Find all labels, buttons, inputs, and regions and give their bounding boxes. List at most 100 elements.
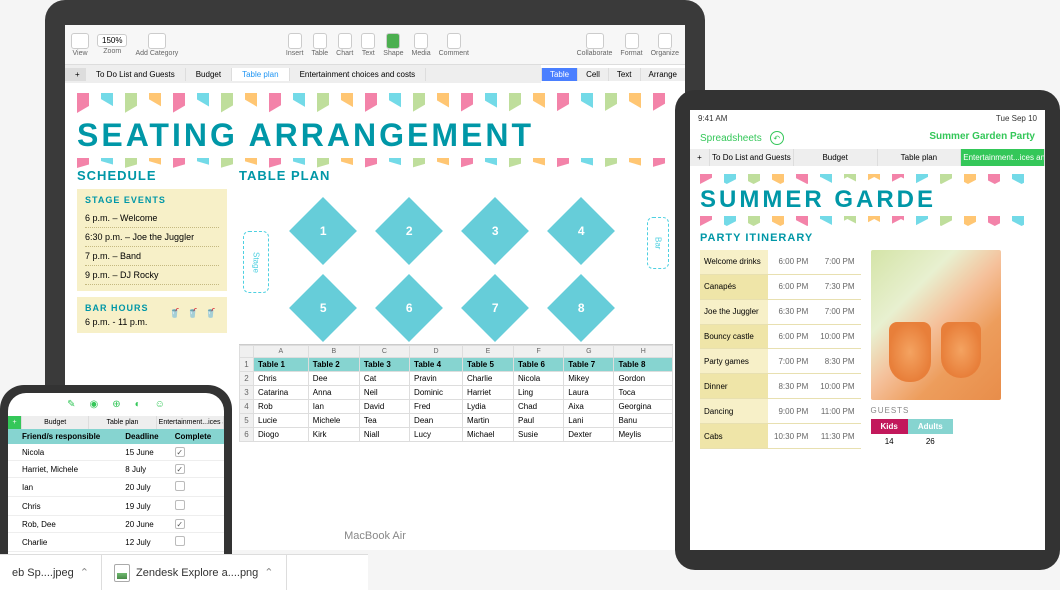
table-icon[interactable]	[313, 33, 327, 49]
drink-icon: 🥤	[203, 305, 219, 321]
toolbar: View 150%Zoom Add Category Insert Table …	[65, 25, 685, 65]
bunting-decoration	[77, 93, 673, 113]
bar-hours-label: BAR HOURS	[85, 303, 149, 313]
chart-icon[interactable]	[338, 33, 352, 49]
comment-icon[interactable]: ☺	[155, 399, 165, 410]
table-8[interactable]: 8	[547, 274, 615, 342]
table-3[interactable]: 3	[461, 197, 529, 265]
tab-entertainment[interactable]: Entertainment...ices and costs	[157, 416, 224, 429]
view-icon[interactable]	[71, 33, 89, 49]
status-date: Tue Sep 10	[996, 114, 1037, 123]
drink-icons: 🥤 🥤 🥤	[167, 305, 219, 321]
text-icon[interactable]	[361, 33, 375, 49]
file-icon	[114, 564, 130, 582]
guest-spreadsheet[interactable]: ABCDEFGH 1 Table 1Table 2Table 3Table 4T…	[239, 344, 673, 442]
tab-add[interactable]: +	[690, 149, 710, 166]
chart-icon[interactable]: ◐	[135, 399, 141, 410]
download-bar: eb Sp....jpeg ⌃ Zendesk Explore a....png…	[0, 554, 368, 590]
ipad-document: SUMMER GARDE PARTY ITINERARY Welcome dri…	[690, 166, 1045, 457]
checkbox[interactable]	[175, 481, 185, 491]
party-photo	[871, 250, 1001, 400]
comment-icon[interactable]	[447, 33, 461, 49]
checkbox[interactable]	[175, 536, 185, 546]
tab-entertainment[interactable]: Entertainment...ices and c	[961, 149, 1045, 166]
checkbox[interactable]	[175, 500, 185, 510]
doc-name: Summer Garden Party	[929, 131, 1035, 145]
pen-icon[interactable]: ✎	[67, 399, 75, 410]
itinerary-table[interactable]: Welcome drinks6:00 PM7:00 PM Canapés6:00…	[700, 250, 861, 449]
table-5[interactable]: 5	[289, 274, 357, 342]
event-row: 6:30 p.m. – Joe the Juggler	[85, 228, 219, 247]
iphone-screen: ✎ ◉ ⊕ ◐ ☺ + Budget Table plan Entertainm…	[8, 393, 224, 577]
tab-add[interactable]: +	[8, 416, 22, 429]
addcat-icon[interactable]	[148, 33, 166, 49]
tab-todo[interactable]: To Do List and Guests	[710, 149, 794, 166]
color-icon[interactable]: ◉	[90, 399, 99, 410]
ipad-status-bar: 9:41 AM Tue Sep 10	[690, 110, 1045, 127]
table-1[interactable]: 1	[289, 197, 357, 265]
table-layout: Stage Bar 1 2 3 4 5 6 7 8	[239, 189, 673, 344]
tab-add[interactable]: +	[65, 68, 86, 81]
tab-budget[interactable]: Budget	[22, 416, 89, 429]
file-label: eb Sp....jpeg	[12, 567, 74, 579]
collab-icon[interactable]	[586, 33, 604, 49]
add-icon[interactable]: ⊕	[112, 399, 120, 410]
tab-entertainment[interactable]: Entertainment choices and costs	[290, 68, 427, 81]
checkbox[interactable]: ✓	[175, 519, 185, 529]
addcat-label: Add Category	[135, 50, 178, 57]
download-item[interactable]: Zendesk Explore a....png ⌃	[102, 555, 287, 590]
ipad-tabs: + To Do List and Guests Budget Table pla…	[690, 149, 1045, 166]
iphone-todo-table[interactable]: Friend/s responsibleDeadlineComplete Nic…	[8, 429, 224, 552]
bar-hours-panel: BAR HOURS 6 p.m. - 11 p.m. 🥤 🥤 🥤	[77, 297, 227, 333]
back-button[interactable]: Spreadsheets	[700, 133, 762, 144]
checkbox[interactable]: ✓	[175, 447, 185, 457]
stage-events-panel: STAGE EVENTS 6 p.m. – Welcome 6:30 p.m. …	[77, 189, 227, 291]
zoom-value[interactable]: 150%	[97, 34, 127, 47]
bunting-decoration-sm	[77, 158, 673, 168]
ipad-nav: Spreadsheets ↶ Summer Garden Party	[690, 127, 1045, 149]
drink-icon: 🥤	[167, 305, 183, 321]
document-tabs: + To Do List and Guests Budget Table pla…	[65, 65, 541, 83]
inspector-tabs: Table Cell Text Arrange	[541, 68, 685, 81]
bunting-decoration	[700, 216, 1035, 226]
zoom-label: Zoom	[103, 48, 121, 55]
rtab-cell[interactable]: Cell	[577, 68, 608, 81]
shape-icon[interactable]	[386, 33, 400, 49]
doc-title: SEATING ARRANGEMENT	[77, 117, 673, 154]
event-row: 6 p.m. – Welcome	[85, 209, 219, 228]
tab-budget[interactable]: Budget	[794, 149, 878, 166]
chevron-up-icon[interactable]: ⌃	[80, 566, 89, 579]
bar-box: Bar	[647, 217, 669, 269]
tab-tableplan[interactable]: Table plan	[232, 68, 289, 81]
rtab-text[interactable]: Text	[608, 68, 640, 81]
rtab-table[interactable]: Table	[541, 68, 577, 81]
download-item[interactable]: eb Sp....jpeg ⌃	[0, 555, 102, 590]
event-row: 9 p.m. – DJ Rocky	[85, 266, 219, 285]
guests-label: GUESTS	[871, 406, 1001, 415]
insert-icon[interactable]	[288, 33, 302, 49]
tab-todo[interactable]: To Do List and Guests	[86, 68, 186, 81]
tab-tableplan[interactable]: Table plan	[878, 149, 962, 166]
drink-icon: 🥤	[185, 305, 201, 321]
guests-table[interactable]: KidsAdults 1426	[871, 419, 953, 449]
table-2[interactable]: 2	[375, 197, 443, 265]
stage-box: Stage	[243, 231, 269, 293]
media-icon[interactable]	[414, 33, 428, 49]
tab-budget[interactable]: Budget	[186, 68, 232, 81]
schedule-heading: SCHEDULE	[77, 168, 227, 183]
undo-icon[interactable]: ↶	[770, 131, 784, 145]
table-4[interactable]: 4	[547, 197, 615, 265]
rtab-arrange[interactable]: Arrange	[640, 68, 685, 81]
table-7[interactable]: 7	[461, 274, 529, 342]
format-icon[interactable]	[625, 33, 639, 49]
tab-tableplan[interactable]: Table plan	[89, 416, 156, 429]
table-6[interactable]: 6	[375, 274, 443, 342]
tableplan-heading: TABLE PLAN	[239, 168, 673, 183]
chevron-up-icon[interactable]: ⌃	[264, 566, 273, 579]
stage-events-label: STAGE EVENTS	[85, 195, 219, 205]
status-time: 9:41 AM	[698, 114, 727, 123]
organize-icon[interactable]	[658, 33, 672, 49]
ipad-screen: 9:41 AM Tue Sep 10 Spreadsheets ↶ Summer…	[690, 110, 1045, 550]
checkbox[interactable]: ✓	[175, 464, 185, 474]
bar-time: 6 p.m. - 11 p.m.	[85, 317, 149, 327]
